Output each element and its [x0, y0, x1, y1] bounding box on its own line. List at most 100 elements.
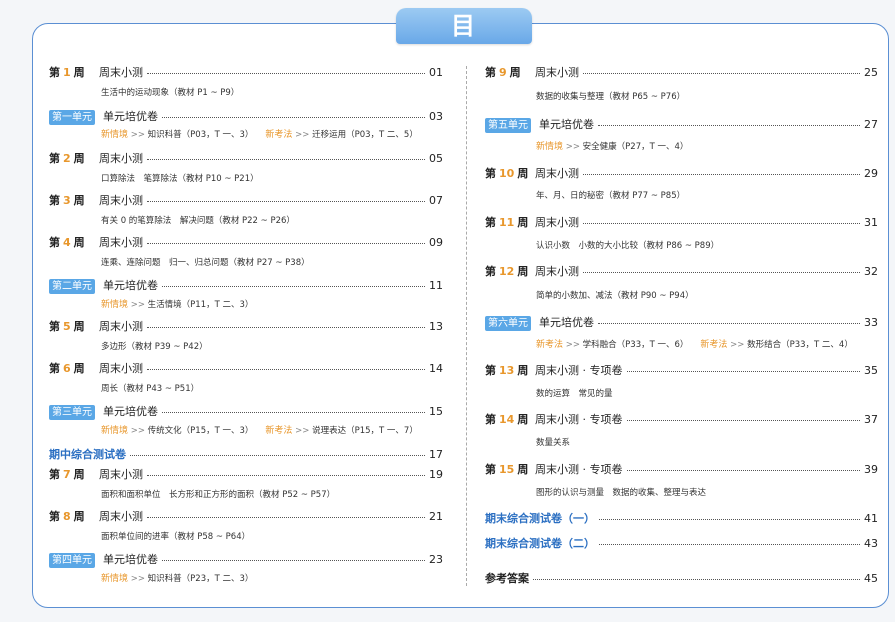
page-number: 27 — [864, 118, 878, 131]
leader-dots — [130, 446, 425, 456]
toc-entry[interactable]: 第五单元 单元培优卷 27 — [485, 116, 878, 134]
toc-entry[interactable]: 第二单元 单元培优卷 11 — [49, 277, 443, 295]
entry-title: 周末小测 — [99, 66, 143, 79]
week-suffix: 周 — [73, 236, 85, 249]
toc-entry[interactable]: 第 13 周周末小测 · 专项卷 35 — [485, 362, 878, 380]
toc-entry[interactable]: 第 14 周周末小测 · 专项卷 37 — [485, 411, 878, 429]
page-number: 23 — [429, 553, 443, 566]
page-number: 43 — [864, 537, 878, 550]
toc-entry[interactable]: 第六单元 单元培优卷 33 — [485, 314, 878, 332]
week-suffix: 周 — [73, 362, 85, 375]
page-number: 01 — [429, 66, 443, 79]
toc-entry[interactable]: 第 12 周周末小测 32 — [485, 263, 878, 281]
toc-subtitle: 周长（教材 P43 ~ P51） — [101, 382, 199, 396]
toc-entry[interactable]: 第一单元 单元培优卷 03 — [49, 108, 443, 126]
toc-entry[interactable]: 第 15 周周末小测 · 专项卷 39 — [485, 461, 878, 479]
week-number: 4 — [63, 236, 71, 249]
entry-title: 周末小测 — [535, 167, 579, 180]
toc-subtitle: 图形的认识与测量 数据的收集、整理与表达 — [536, 486, 706, 500]
toc-subtitle: 多边形（教材 P39 ~ P42） — [101, 340, 208, 354]
toc-entry[interactable]: 期中综合测试卷 17 — [49, 446, 443, 464]
page-number: 32 — [864, 265, 878, 278]
page-number: 37 — [864, 413, 878, 426]
leader-dots — [147, 360, 425, 370]
week-prefix: 第 — [485, 413, 496, 426]
toc-entry[interactable]: 第 7 周周末小测 19 — [49, 466, 443, 484]
entry-title: 单元培优卷 — [103, 279, 158, 292]
toc-entry[interactable]: 第 5 周周末小测 13 — [49, 318, 443, 336]
page-number: 09 — [429, 236, 443, 249]
toc-subtitle: 连乘、连除问题 归一、归总问题（教材 P27 ~ P38） — [101, 256, 310, 270]
exam-title: 期末综合测试卷（二） — [485, 537, 595, 550]
week-label: 第3周 — [49, 192, 99, 210]
week-label: 第 11 周 — [485, 214, 535, 232]
week-number: 3 — [63, 194, 71, 207]
toc-entry[interactable]: 第 1 周周末小测 01 — [49, 64, 443, 82]
leader-dots — [147, 318, 425, 328]
week-label: 第9周 — [485, 64, 535, 82]
week-suffix: 周 — [73, 320, 85, 333]
entry-title: 周末小测 · 专项卷 — [535, 413, 623, 426]
toc-entry[interactable]: 第 6 周周末小测 14 — [49, 360, 443, 378]
week-suffix: 周 — [73, 468, 85, 481]
subtitle-text: 认识小数 小数的大小比较（教材 P86 ~ P89） — [536, 241, 720, 251]
week-suffix: 周 — [517, 364, 529, 377]
toc-entry[interactable]: 第 4 周周末小测 09 — [49, 234, 443, 252]
toc-entry[interactable]: 第 11 周周末小测 31 — [485, 214, 878, 232]
entry-title: 周末小测 — [99, 320, 143, 333]
toc-entry[interactable]: 期末综合测试卷（一） 41 — [485, 510, 878, 528]
page-number: 21 — [429, 510, 443, 523]
toc-entry[interactable]: 期末综合测试卷（二） 43 — [485, 535, 878, 553]
week-suffix: 周 — [517, 463, 529, 476]
leader-dots — [162, 551, 425, 561]
toc-entry[interactable]: 第 9 周周末小测 25 — [485, 64, 878, 82]
entry-title: 周末小测 — [99, 236, 143, 249]
unit-badge: 第三单元 — [49, 404, 95, 420]
page-number: 41 — [864, 512, 878, 525]
toc-entry[interactable]: 第 3 周周末小测 07 — [49, 192, 443, 210]
toc-entry[interactable]: 第 8 周周末小测 21 — [49, 508, 443, 526]
tag-text: 传统文化（P15，T 一、3） — [147, 426, 254, 436]
leader-dots — [162, 108, 425, 118]
week-number: 5 — [63, 320, 71, 333]
tag-arrow: >> — [128, 426, 148, 436]
tag-label: 新情境 — [101, 130, 129, 140]
leader-dots — [599, 510, 860, 520]
tag-text: 安全健康（P27，T 一、4） — [582, 142, 689, 152]
tag-label: 新情境 — [101, 574, 129, 584]
entry-title: 单元培优卷 — [103, 110, 158, 123]
week-label: 第 13 周 — [485, 362, 535, 380]
leader-dots — [147, 466, 425, 476]
week-prefix: 第 — [485, 216, 496, 229]
toc-tag-line: 新情境 >> 知识科普（P03，T 一、3） 新考法 >> 迁移运用（P03，T … — [101, 128, 418, 142]
leader-dots — [598, 314, 860, 324]
toc-subtitle: 面积单位间的进率（教材 P58 ~ P64） — [101, 530, 250, 544]
toc-entry[interactable]: 第三单元 单元培优卷 15 — [49, 403, 443, 421]
leader-dots — [583, 263, 860, 273]
toc-tag-line: 新考法 >> 学科融合（P33，T 一、6） 新考法 >> 数形结合（P33，T … — [536, 338, 853, 352]
toc-entry[interactable]: 第 10 周周末小测 29 — [485, 165, 878, 183]
entry-title: 单元培优卷 — [103, 553, 158, 566]
week-label: 第 12 周 — [485, 263, 535, 281]
entry-title: 周末小测 · 专项卷 — [535, 463, 623, 476]
tag-text: 说理表达（P15，T 一、7） — [312, 426, 418, 436]
week-prefix: 第 — [485, 364, 496, 377]
subtitle-text: 数量关系 — [536, 438, 571, 448]
toc-entry[interactable]: 第四单元 单元培优卷 23 — [49, 551, 443, 569]
tag-text: 知识科普（P23，T 二、3） — [147, 574, 254, 584]
page-number: 25 — [864, 66, 878, 79]
subtitle-text: 生活中的运动现象（教材 P1 ~ P9） — [101, 88, 240, 98]
subtitle-text: 连乘、连除问题 归一、归总问题（教材 P27 ~ P38） — [101, 258, 310, 268]
page-number: 19 — [429, 468, 443, 481]
tag-arrow: >> — [292, 426, 313, 436]
toc-subtitle: 数的运算 常见的量 — [536, 387, 613, 401]
toc-entry[interactable]: 参考答案 45 — [485, 570, 878, 588]
week-label: 第6周 — [49, 360, 99, 378]
toc-tag-line: 新情境 >> 传统文化（P15，T 一、3） 新考法 >> 说理表达（P15，T … — [101, 424, 418, 438]
week-prefix: 第 — [485, 167, 496, 180]
toc-entry[interactable]: 第 2 周周末小测 05 — [49, 150, 443, 168]
week-suffix: 周 — [73, 194, 85, 207]
week-label: 第7周 — [49, 466, 99, 484]
week-suffix: 周 — [509, 66, 521, 79]
toc-tag-line: 新情境 >> 知识科普（P23，T 二、3） — [101, 572, 253, 586]
